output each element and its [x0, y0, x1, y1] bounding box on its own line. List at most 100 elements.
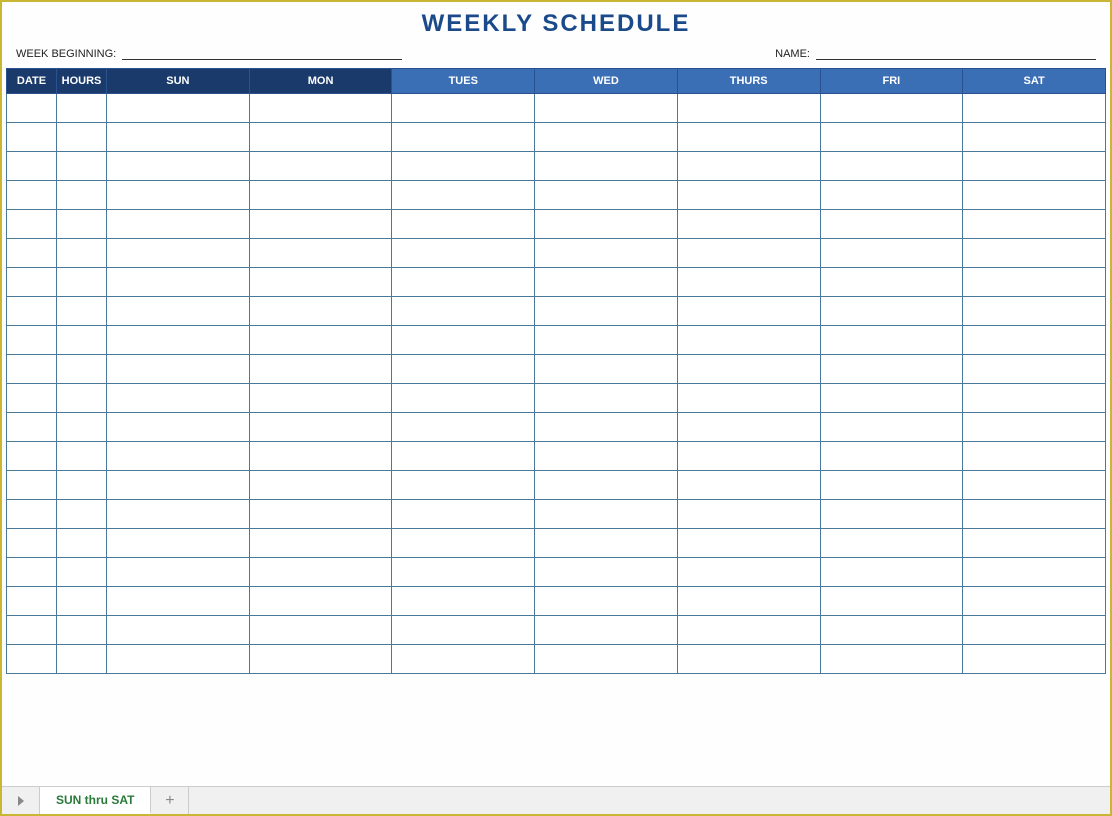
table-cell[interactable] [57, 587, 107, 616]
table-cell[interactable] [249, 529, 392, 558]
table-cell[interactable] [535, 152, 678, 181]
table-cell[interactable] [677, 181, 820, 210]
table-cell[interactable] [963, 297, 1106, 326]
table-cell[interactable] [249, 355, 392, 384]
table-cell[interactable] [249, 123, 392, 152]
table-cell[interactable] [963, 239, 1106, 268]
table-cell[interactable] [7, 123, 57, 152]
table-cell[interactable] [535, 326, 678, 355]
table-cell[interactable] [677, 471, 820, 500]
table-cell[interactable] [535, 645, 678, 674]
table-cell[interactable] [535, 268, 678, 297]
table-cell[interactable] [677, 587, 820, 616]
table-cell[interactable] [249, 268, 392, 297]
table-cell[interactable] [249, 210, 392, 239]
table-cell[interactable] [963, 500, 1106, 529]
table-cell[interactable] [820, 152, 963, 181]
table-cell[interactable] [535, 384, 678, 413]
table-cell[interactable] [249, 587, 392, 616]
table-cell[interactable] [7, 384, 57, 413]
table-cell[interactable] [535, 94, 678, 123]
table-cell[interactable] [677, 239, 820, 268]
table-cell[interactable] [535, 413, 678, 442]
table-cell[interactable] [820, 239, 963, 268]
table-cell[interactable] [963, 152, 1106, 181]
table-cell[interactable] [107, 558, 250, 587]
table-cell[interactable] [57, 181, 107, 210]
table-cell[interactable] [392, 616, 535, 645]
table-cell[interactable] [57, 152, 107, 181]
table-cell[interactable] [820, 471, 963, 500]
table-cell[interactable] [677, 326, 820, 355]
table-cell[interactable] [677, 442, 820, 471]
table-cell[interactable] [57, 645, 107, 674]
table-cell[interactable] [392, 384, 535, 413]
table-cell[interactable] [7, 181, 57, 210]
table-cell[interactable] [107, 355, 250, 384]
table-cell[interactable] [57, 268, 107, 297]
table-cell[interactable] [677, 413, 820, 442]
table-cell[interactable] [535, 210, 678, 239]
table-cell[interactable] [820, 123, 963, 152]
table-cell[interactable] [392, 268, 535, 297]
table-cell[interactable] [677, 645, 820, 674]
name-field[interactable] [816, 46, 1096, 60]
table-cell[interactable] [57, 384, 107, 413]
table-cell[interactable] [57, 471, 107, 500]
table-cell[interactable] [535, 558, 678, 587]
table-cell[interactable] [392, 442, 535, 471]
table-cell[interactable] [107, 210, 250, 239]
table-cell[interactable] [677, 210, 820, 239]
table-cell[interactable] [963, 413, 1106, 442]
table-cell[interactable] [7, 152, 57, 181]
table-cell[interactable] [963, 587, 1106, 616]
table-cell[interactable] [820, 384, 963, 413]
table-cell[interactable] [107, 471, 250, 500]
table-cell[interactable] [107, 152, 250, 181]
table-cell[interactable] [963, 94, 1106, 123]
table-cell[interactable] [963, 645, 1106, 674]
table-cell[interactable] [820, 442, 963, 471]
table-cell[interactable] [249, 558, 392, 587]
table-cell[interactable] [107, 587, 250, 616]
table-cell[interactable] [677, 529, 820, 558]
table-cell[interactable] [820, 355, 963, 384]
table-cell[interactable] [677, 355, 820, 384]
table-cell[interactable] [392, 94, 535, 123]
table-cell[interactable] [57, 558, 107, 587]
table-cell[interactable] [820, 616, 963, 645]
add-sheet-button[interactable]: + [151, 787, 189, 814]
table-cell[interactable] [535, 471, 678, 500]
table-cell[interactable] [57, 442, 107, 471]
table-cell[interactable] [392, 297, 535, 326]
table-cell[interactable] [57, 413, 107, 442]
table-cell[interactable] [249, 326, 392, 355]
table-cell[interactable] [249, 616, 392, 645]
table-cell[interactable] [392, 413, 535, 442]
table-cell[interactable] [107, 326, 250, 355]
table-cell[interactable] [249, 239, 392, 268]
table-cell[interactable] [820, 210, 963, 239]
table-cell[interactable] [57, 210, 107, 239]
table-cell[interactable] [249, 181, 392, 210]
table-cell[interactable] [820, 297, 963, 326]
table-cell[interactable] [820, 500, 963, 529]
table-cell[interactable] [7, 297, 57, 326]
table-cell[interactable] [535, 123, 678, 152]
table-cell[interactable] [963, 268, 1106, 297]
table-cell[interactable] [963, 326, 1106, 355]
table-cell[interactable] [392, 326, 535, 355]
table-cell[interactable] [107, 442, 250, 471]
table-cell[interactable] [392, 123, 535, 152]
table-cell[interactable] [7, 355, 57, 384]
table-cell[interactable] [107, 181, 250, 210]
table-cell[interactable] [249, 645, 392, 674]
table-cell[interactable] [249, 297, 392, 326]
table-cell[interactable] [535, 500, 678, 529]
table-cell[interactable] [249, 384, 392, 413]
table-cell[interactable] [249, 471, 392, 500]
table-cell[interactable] [963, 181, 1106, 210]
table-cell[interactable] [57, 326, 107, 355]
table-cell[interactable] [7, 616, 57, 645]
table-cell[interactable] [57, 239, 107, 268]
